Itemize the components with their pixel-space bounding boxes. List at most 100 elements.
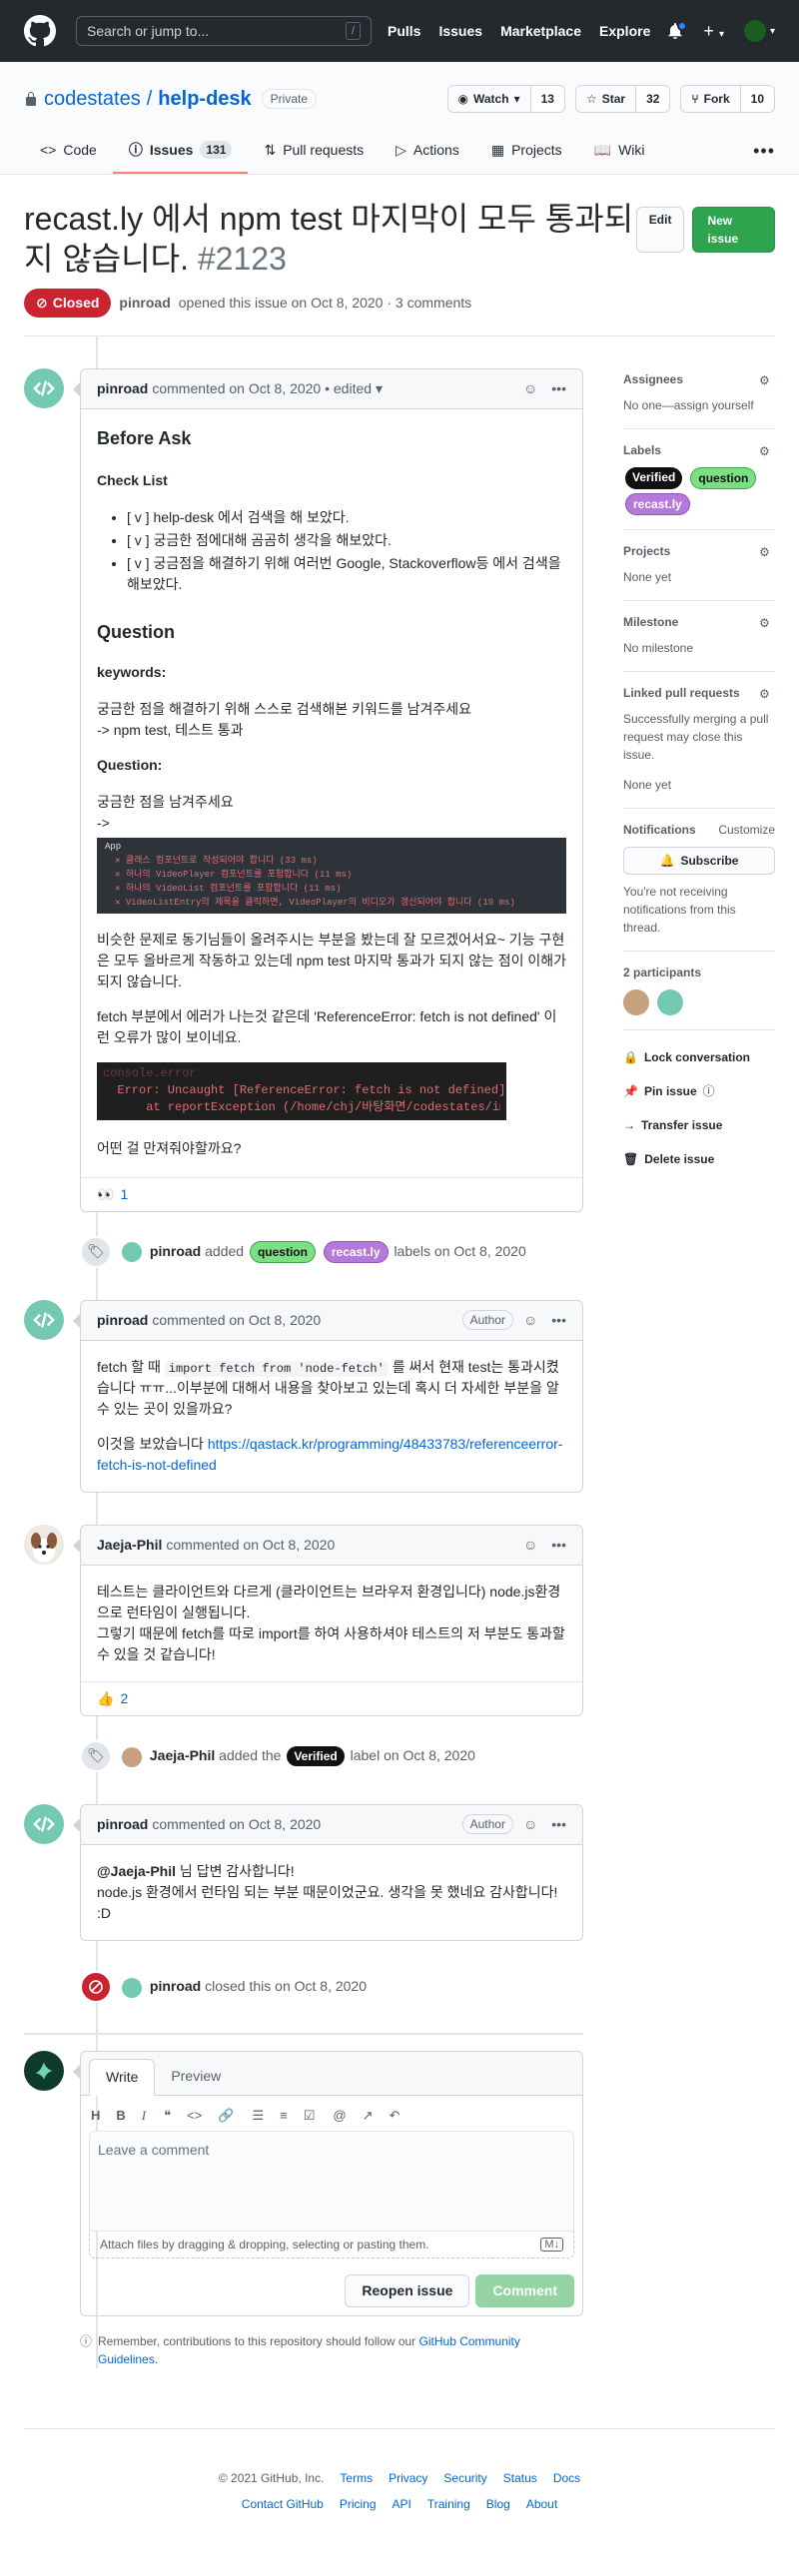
customize-link[interactable]: Customize <box>718 821 775 839</box>
attach-files-area[interactable]: Attach files by dragging & dropping, sel… <box>89 2231 574 2259</box>
mention-icon[interactable]: @ <box>333 2106 346 2126</box>
notifications-bell-icon[interactable] <box>667 21 688 39</box>
gear-icon[interactable]: ⚙ <box>759 442 775 458</box>
avatar[interactable] <box>122 1977 142 1998</box>
nav-issues[interactable]: Issues <box>438 21 482 42</box>
watch-button[interactable]: ◉ Watch ▾ 13 <box>446 85 565 113</box>
gear-icon[interactable]: ⚙ <box>759 685 775 701</box>
fork-count[interactable]: 10 <box>739 86 774 112</box>
avatar[interactable] <box>24 1524 64 1565</box>
user-mention[interactable]: @Jaeja-Phil <box>97 1863 176 1879</box>
avatar[interactable] <box>24 2050 64 2091</box>
footer-link[interactable]: Blog <box>486 2495 510 2513</box>
event-actor[interactable]: Jaeja-Phil <box>150 1747 215 1763</box>
subscribe-button[interactable]: 🔔 Subscribe <box>623 847 775 875</box>
label-recastly[interactable]: recast.ly <box>323 1240 389 1263</box>
comment-author[interactable]: pinroad <box>97 1310 148 1331</box>
lock-conversation-button[interactable]: 🔒 Lock conversation <box>623 1048 775 1066</box>
pin-issue-button[interactable]: 📌 Pin issue ⓘ <box>623 1082 775 1100</box>
link-icon[interactable]: 🔗 <box>218 2106 234 2126</box>
nav-marketplace[interactable]: Marketplace <box>500 21 581 42</box>
smiley-icon[interactable]: ☺ <box>523 1310 537 1331</box>
tab-wiki[interactable]: 📖 Wiki <box>578 128 661 174</box>
avatar[interactable] <box>24 1803 64 1844</box>
quote-icon[interactable]: ❝ <box>164 2106 171 2126</box>
tab-preview[interactable]: Preview <box>155 2059 237 2095</box>
star-button[interactable]: ☆ Star 32 <box>574 85 671 113</box>
create-new-menu[interactable]: + ▾ <box>703 18 724 45</box>
footer-link[interactable]: Docs <box>553 2469 580 2487</box>
reaction-thumbs-up[interactable]: 👍 2 <box>81 1680 582 1715</box>
search-input[interactable]: Search or jump to... / <box>76 16 372 46</box>
tab-actions[interactable]: ▷ Actions <box>380 128 475 174</box>
event-actor[interactable]: pinroad <box>150 1243 201 1259</box>
footer-link[interactable]: About <box>526 2495 557 2513</box>
footer-link[interactable]: Security <box>443 2469 486 2487</box>
markdown-icon[interactable]: M↓ <box>540 2238 563 2253</box>
label-verified[interactable]: Verified <box>625 467 683 489</box>
user-menu[interactable]: ▾ <box>743 20 775 42</box>
comment-button[interactable]: Comment <box>475 2274 574 2308</box>
edit-title-button[interactable]: Edit <box>635 207 685 253</box>
avatar[interactable] <box>24 368 64 408</box>
repo-owner-link[interactable]: codestates <box>44 84 141 114</box>
star-count[interactable]: 32 <box>635 86 670 112</box>
nav-explore[interactable]: Explore <box>599 21 650 42</box>
more-tabs-kebab-icon[interactable]: ••• <box>753 128 775 174</box>
kebab-menu-icon[interactable]: ••• <box>551 1535 566 1556</box>
comment-author[interactable]: Jaeja-Phil <box>97 1535 162 1556</box>
kebab-menu-icon[interactable]: ••• <box>551 378 566 399</box>
kebab-menu-icon[interactable]: ••• <box>551 1814 566 1835</box>
reply-icon[interactable]: ↶ <box>390 2106 400 2126</box>
comment-textarea[interactable]: Leave a comment <box>89 2131 574 2232</box>
tab-write[interactable]: Write <box>89 2058 156 2096</box>
event-actor[interactable]: pinroad <box>150 1978 201 1994</box>
avatar[interactable] <box>122 1746 142 1767</box>
reopen-issue-button[interactable]: Reopen issue <box>345 2274 470 2308</box>
tab-code[interactable]: <> Code <box>24 128 113 174</box>
footer-link[interactable]: Contact GitHub <box>242 2495 324 2513</box>
kebab-menu-icon[interactable]: ••• <box>551 1310 566 1331</box>
github-logo-icon[interactable] <box>24 15 56 47</box>
footer-link[interactable]: API <box>393 2495 411 2513</box>
tab-projects[interactable]: ▦ Projects <box>475 128 578 174</box>
cross-reference-icon[interactable]: ↗ <box>363 2106 374 2126</box>
footer-link[interactable]: Pricing <box>340 2495 377 2513</box>
watch-count[interactable]: 13 <box>529 86 564 112</box>
bold-icon[interactable]: B <box>116 2106 125 2126</box>
unordered-list-icon[interactable]: ☰ <box>253 2106 265 2126</box>
new-issue-button[interactable]: New issue <box>692 207 775 253</box>
label-verified[interactable]: Verified <box>287 1746 345 1767</box>
tab-issues[interactable]: ⓘ Issues 131 <box>112 128 249 174</box>
chevron-down-icon[interactable]: ▾ <box>376 378 383 399</box>
repo-name-link[interactable]: help-desk <box>158 84 251 114</box>
issue-author[interactable]: pinroad <box>119 293 170 314</box>
label-recastly[interactable]: recast.ly <box>625 493 690 515</box>
smiley-icon[interactable]: ☺ <box>523 378 537 399</box>
italic-icon[interactable]: I <box>142 2106 146 2126</box>
label-question[interactable]: question <box>690 467 757 489</box>
smiley-icon[interactable]: ☺ <box>523 1814 537 1835</box>
nav-pulls[interactable]: Pulls <box>388 21 420 42</box>
participant-avatar[interactable] <box>657 989 683 1015</box>
transfer-issue-button[interactable]: → Transfer issue <box>623 1116 775 1134</box>
reaction-eyes[interactable]: 👀 1 <box>81 1176 582 1211</box>
avatar[interactable] <box>24 1299 64 1340</box>
gear-icon[interactable]: ⚙ <box>759 614 775 630</box>
footer-link[interactable]: Training <box>427 2495 470 2513</box>
comment-author[interactable]: pinroad <box>97 378 148 399</box>
fork-button[interactable]: ⑂ Fork 10 <box>680 85 775 113</box>
task-list-icon[interactable]: ☑ <box>304 2106 316 2126</box>
footer-link[interactable]: Status <box>503 2469 537 2487</box>
code-icon[interactable]: <> <box>187 2106 202 2126</box>
delete-issue-button[interactable]: 🗑 Delete issue <box>623 1150 775 1168</box>
participant-avatar[interactable] <box>623 989 649 1015</box>
label-question[interactable]: question <box>249 1240 316 1263</box>
ordered-list-icon[interactable]: ≡ <box>280 2106 288 2126</box>
gear-icon[interactable]: ⚙ <box>759 371 775 387</box>
heading-icon[interactable]: H <box>91 2106 100 2126</box>
tab-pull-requests[interactable]: ⇅ Pull requests <box>248 128 380 174</box>
footer-link[interactable]: Privacy <box>389 2469 427 2487</box>
footer-link[interactable]: Terms <box>340 2469 373 2487</box>
assignees-value[interactable]: No one—assign yourself <box>623 396 775 414</box>
